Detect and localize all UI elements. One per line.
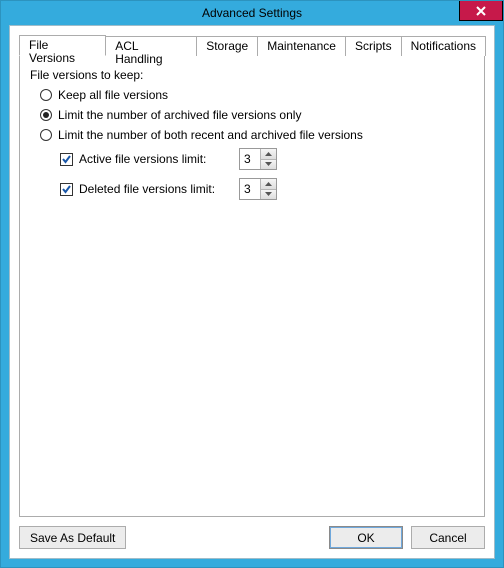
tab-notifications[interactable]: Notifications (401, 36, 486, 56)
deleted-limit-down-button[interactable] (261, 190, 276, 200)
spinner-active-limit (239, 148, 277, 170)
deleted-limit-spin-buttons (260, 179, 276, 199)
active-limit-input[interactable] (240, 149, 260, 169)
window-frame: Advanced Settings File Versions ACL Hand… (0, 0, 504, 568)
footer-spacer (134, 526, 321, 549)
tab-bar: File Versions ACL Handling Storage Maint… (19, 35, 485, 56)
row-active-limit: Active file versions limit: (60, 148, 474, 170)
tab-file-versions[interactable]: File Versions (19, 35, 106, 56)
window-body: File Versions ACL Handling Storage Maint… (9, 25, 495, 559)
radio-keep-all[interactable] (40, 89, 52, 101)
check-icon (61, 184, 72, 195)
chevron-up-icon (265, 182, 272, 186)
radio-limit-both-label: Limit the number of both recent and arch… (58, 128, 363, 142)
tab-acl-handling[interactable]: ACL Handling (105, 36, 197, 56)
radio-limit-archived-label: Limit the number of archived file versio… (58, 108, 301, 122)
radio-row-limit-both[interactable]: Limit the number of both recent and arch… (40, 128, 474, 142)
active-limit-label: Active file versions limit: (79, 152, 239, 166)
tab-maintenance[interactable]: Maintenance (257, 36, 346, 56)
chevron-down-icon (265, 192, 272, 196)
radio-limit-both[interactable] (40, 129, 52, 141)
close-icon (476, 6, 486, 16)
footer: Save As Default OK Cancel (19, 517, 485, 549)
titlebar: Advanced Settings (9, 1, 495, 25)
section-heading: File versions to keep: (30, 68, 474, 82)
active-limit-spin-buttons (260, 149, 276, 169)
tab-storage[interactable]: Storage (196, 36, 258, 56)
radio-row-keep-all[interactable]: Keep all file versions (40, 88, 474, 102)
active-limit-down-button[interactable] (261, 160, 276, 170)
cancel-button[interactable]: Cancel (411, 526, 485, 549)
chevron-down-icon (265, 162, 272, 166)
tab-panel-file-versions: File versions to keep: Keep all file ver… (19, 55, 485, 517)
close-button[interactable] (459, 1, 503, 21)
window-title: Advanced Settings (9, 6, 495, 20)
row-deleted-limit: Deleted file versions limit: (60, 178, 474, 200)
radio-keep-all-label: Keep all file versions (58, 88, 168, 102)
spinner-deleted-limit (239, 178, 277, 200)
deleted-limit-up-button[interactable] (261, 179, 276, 190)
checkbox-active-limit[interactable] (60, 153, 73, 166)
radio-limit-archived[interactable] (40, 109, 52, 121)
ok-button[interactable]: OK (329, 526, 403, 549)
save-as-default-button[interactable]: Save As Default (19, 526, 126, 549)
radio-row-limit-archived[interactable]: Limit the number of archived file versio… (40, 108, 474, 122)
checkbox-deleted-limit[interactable] (60, 183, 73, 196)
check-icon (61, 154, 72, 165)
active-limit-up-button[interactable] (261, 149, 276, 160)
chevron-up-icon (265, 152, 272, 156)
deleted-limit-input[interactable] (240, 179, 260, 199)
tab-scripts[interactable]: Scripts (345, 36, 402, 56)
deleted-limit-label: Deleted file versions limit: (79, 182, 239, 196)
